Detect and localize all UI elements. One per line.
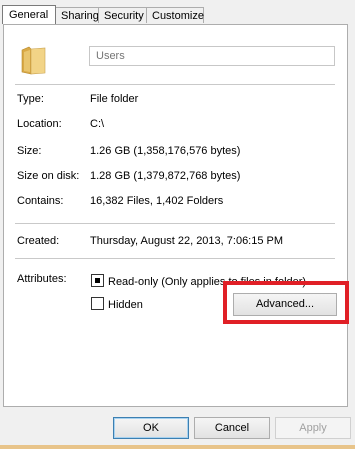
hidden-checkbox[interactable] — [91, 297, 104, 310]
property-label: Location: — [17, 118, 62, 130]
property-label: Contains: — [17, 195, 64, 207]
apply-button[interactable]: Apply — [275, 417, 351, 439]
separator — [15, 84, 335, 85]
property-value: File folder — [90, 93, 139, 105]
separator — [15, 223, 335, 224]
hidden-label: Hidden — [108, 299, 143, 311]
folder-icon — [21, 46, 46, 75]
general-panel: Type: File folder Location: C:\ Size: 1.… — [3, 24, 349, 407]
cancel-button[interactable]: Cancel — [194, 417, 270, 439]
property-label: Type: — [17, 93, 44, 105]
read-only-checkbox[interactable] — [91, 274, 104, 287]
property-label: Size on disk: — [17, 170, 80, 182]
ok-button[interactable]: OK — [113, 417, 189, 439]
taskbar-edge — [0, 445, 355, 449]
hidden-checkbox-row[interactable]: Hidden — [91, 297, 143, 311]
property-value: Thursday, August 22, 2013, 7:06:15 PM — [90, 235, 284, 247]
separator — [15, 258, 335, 259]
attributes-label-text: Attributes: — [17, 273, 67, 285]
property-label: Size: — [17, 145, 42, 157]
advanced-button[interactable]: Advanced... — [233, 293, 337, 316]
tab-general[interactable]: General — [2, 5, 56, 24]
tab-strip: General Sharing Security Customize — [2, 5, 204, 24]
property-label: Created: — [17, 235, 60, 247]
tab-security[interactable]: Security — [98, 7, 147, 23]
property-value: C:\ — [90, 118, 105, 130]
folder-name-input[interactable] — [89, 46, 335, 66]
property-value: 1.28 GB (1,379,872,768 bytes) — [90, 170, 241, 182]
tab-customize[interactable]: Customize — [146, 7, 204, 23]
tab-sharing[interactable]: Sharing — [55, 7, 99, 23]
property-value: 1.26 GB (1,358,176,576 bytes) — [90, 145, 241, 157]
property-value: 16,382 Files, 1,402 Folders — [90, 195, 224, 207]
properties-dialog: General Sharing Security Customize Type:… — [0, 0, 355, 449]
